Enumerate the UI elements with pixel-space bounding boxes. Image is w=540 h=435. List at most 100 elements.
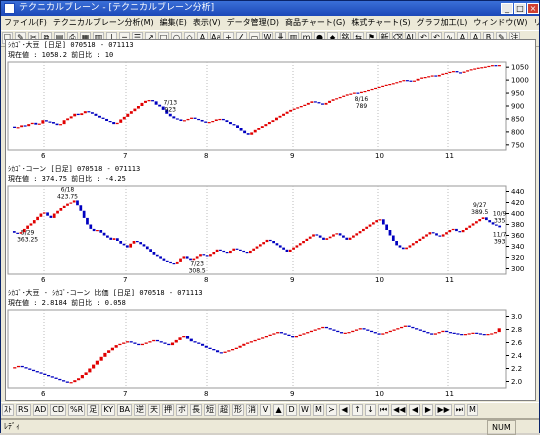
menu-item-9[interactable]: リンク(L)	[531, 16, 540, 30]
toolbar_bottom-button-26[interactable]: ⏮	[377, 404, 390, 416]
x-axis: 6 7 8 9 10 11	[6, 152, 535, 162]
candle	[441, 330, 445, 333]
candle	[228, 122, 232, 125]
candle	[24, 367, 28, 369]
menu-item-4[interactable]: データ管理(D)	[224, 16, 282, 30]
candle	[246, 342, 250, 344]
toolbar_bottom-button-17[interactable]: V	[260, 404, 272, 416]
menu-item-2[interactable]: 編集(E)	[157, 16, 190, 30]
candle	[471, 223, 475, 226]
menu-item-0[interactable]: ファイル(F)	[1, 16, 50, 30]
toolbar_bottom-button-29[interactable]: ▶	[422, 404, 434, 416]
menu-item-8[interactable]: ウィンドウ(W)	[470, 16, 530, 30]
candle	[420, 77, 424, 79]
candle	[426, 332, 430, 334]
candle	[46, 375, 51, 377]
candle	[322, 237, 325, 240]
toolbar_bottom-button-8[interactable]: 逆	[134, 404, 147, 416]
toolbar_bottom-button-6[interactable]: KY	[101, 404, 116, 416]
toolbar_bottom-button-23[interactable]: ◀	[338, 404, 350, 416]
candle	[92, 228, 96, 232]
candle	[475, 221, 478, 224]
candle	[135, 241, 139, 243]
candle	[73, 113, 77, 117]
candle	[371, 222, 375, 225]
toolbar_bottom-button-28[interactable]: ◀	[409, 404, 421, 416]
candle	[458, 231, 462, 233]
toolbar_bottom-button-21[interactable]: M	[312, 404, 324, 416]
toolbar_bottom-button-12[interactable]: 長	[190, 404, 203, 416]
candle	[345, 237, 349, 240]
menu-item-6[interactable]: 株式チャート(S)	[348, 16, 413, 30]
candle	[122, 342, 126, 344]
toolbar_bottom-button-7[interactable]: BA	[117, 404, 133, 416]
candle	[257, 338, 261, 340]
toolbar_bottom-button-27[interactable]: ◀◀	[391, 404, 408, 416]
toolbar_bottom-button-5[interactable]: 足	[87, 404, 100, 416]
candle	[103, 352, 107, 357]
candle	[261, 337, 265, 339]
candle	[190, 117, 193, 119]
menu-item-7[interactable]: グラフ加工(L)	[414, 16, 471, 30]
menu-item-5[interactable]: 商品チャート(G)	[282, 16, 348, 30]
candle	[90, 112, 94, 114]
chart-panel-0[interactable]: 1050 1000 950 900 850 800 750 7/13 923 8/16 789 ｼｶｺ…	[6, 40, 535, 162]
title-bar[interactable]: テクニカルブレーン - [テクニカルブレーン分析] _ □ ×	[1, 1, 539, 16]
toolbar_bottom-button-15[interactable]: 形	[232, 404, 245, 416]
application-window: テクニカルブレーン - [テクニカルブレーン分析] _ □ × ファイル(F) テ…	[0, 0, 540, 435]
candle	[430, 333, 434, 335]
toolbar_bottom-button-1[interactable]: RS	[16, 404, 31, 416]
candle	[347, 332, 351, 334]
candle	[102, 232, 106, 236]
candle	[391, 235, 395, 241]
chart-panel-1[interactable]: 440 420 400 380 360 340 320 300 5/29 363.25 6/18 42…	[6, 164, 535, 286]
candle	[448, 71, 452, 74]
toolbar_bottom-button-11[interactable]: ボ	[176, 404, 189, 416]
candle	[189, 338, 193, 342]
candle	[159, 341, 163, 343]
toolbar_bottom-button-20[interactable]: W	[299, 404, 311, 416]
candle	[163, 342, 167, 344]
candle	[20, 365, 24, 368]
toolbar_bottom-button-0[interactable]: ｽﾄ	[2, 404, 14, 416]
candle	[185, 336, 190, 339]
candle	[475, 332, 479, 334]
toolbar_bottom-button-25[interactable]: ↓	[364, 404, 376, 416]
toolbar_bottom-button-9[interactable]: 天	[148, 404, 161, 416]
candle	[119, 119, 123, 123]
toolbar_bottom-button-18[interactable]: ▲	[273, 404, 285, 416]
toolbar_bottom-button-19[interactable]: D	[286, 404, 298, 416]
toolbar_bottom-button-3[interactable]: CD	[50, 404, 67, 416]
toolbar_bottom-button-30[interactable]: ▶▶	[435, 404, 452, 416]
candle	[411, 243, 415, 246]
toolbar_bottom-button-14[interactable]: 超	[218, 404, 231, 416]
candle	[318, 235, 322, 238]
menu-item-1[interactable]: テクニカルブレーン分析(M)	[50, 16, 157, 30]
maximize-button[interactable]: □	[514, 3, 526, 14]
candle	[342, 95, 346, 97]
toolbar_bottom-button-32[interactable]: M	[466, 404, 478, 416]
candle	[112, 122, 116, 125]
toolbar_bottom-button-13[interactable]: 短	[204, 404, 217, 416]
toolbar_bottom-button-31[interactable]: ⏭	[453, 404, 465, 416]
close-button[interactable]: ×	[527, 3, 539, 14]
candle	[321, 103, 324, 105]
y-tick-label: 420	[511, 199, 524, 207]
minimize-button[interactable]: _	[501, 3, 513, 14]
candle	[339, 332, 344, 334]
candle	[336, 330, 340, 333]
toolbar_bottom-button-16[interactable]: 消	[246, 404, 259, 416]
candle	[129, 243, 133, 248]
candle	[257, 128, 261, 130]
menu-item-3[interactable]: 表示(V)	[190, 16, 224, 30]
toolbar_bottom-button-10[interactable]: 押	[162, 404, 175, 416]
candle	[43, 373, 47, 375]
toolbar_bottom-button-22[interactable]: ≻	[325, 404, 337, 416]
toolbar_bottom-button-2[interactable]: AD	[32, 404, 49, 416]
candle	[398, 81, 402, 83]
toolbar_bottom-button-24[interactable]: ↑	[351, 404, 363, 416]
candle	[56, 210, 59, 214]
candle	[260, 126, 264, 128]
toolbar_bottom-button-4[interactable]: %R	[68, 404, 86, 416]
chart-panel-2[interactable]: 3.0 2.8 2.6 2.4 2.2 2.0 ｼｶｺﾞ･大豆 - ｼｶｺﾞ･コーン 比価 …	[6, 288, 535, 400]
